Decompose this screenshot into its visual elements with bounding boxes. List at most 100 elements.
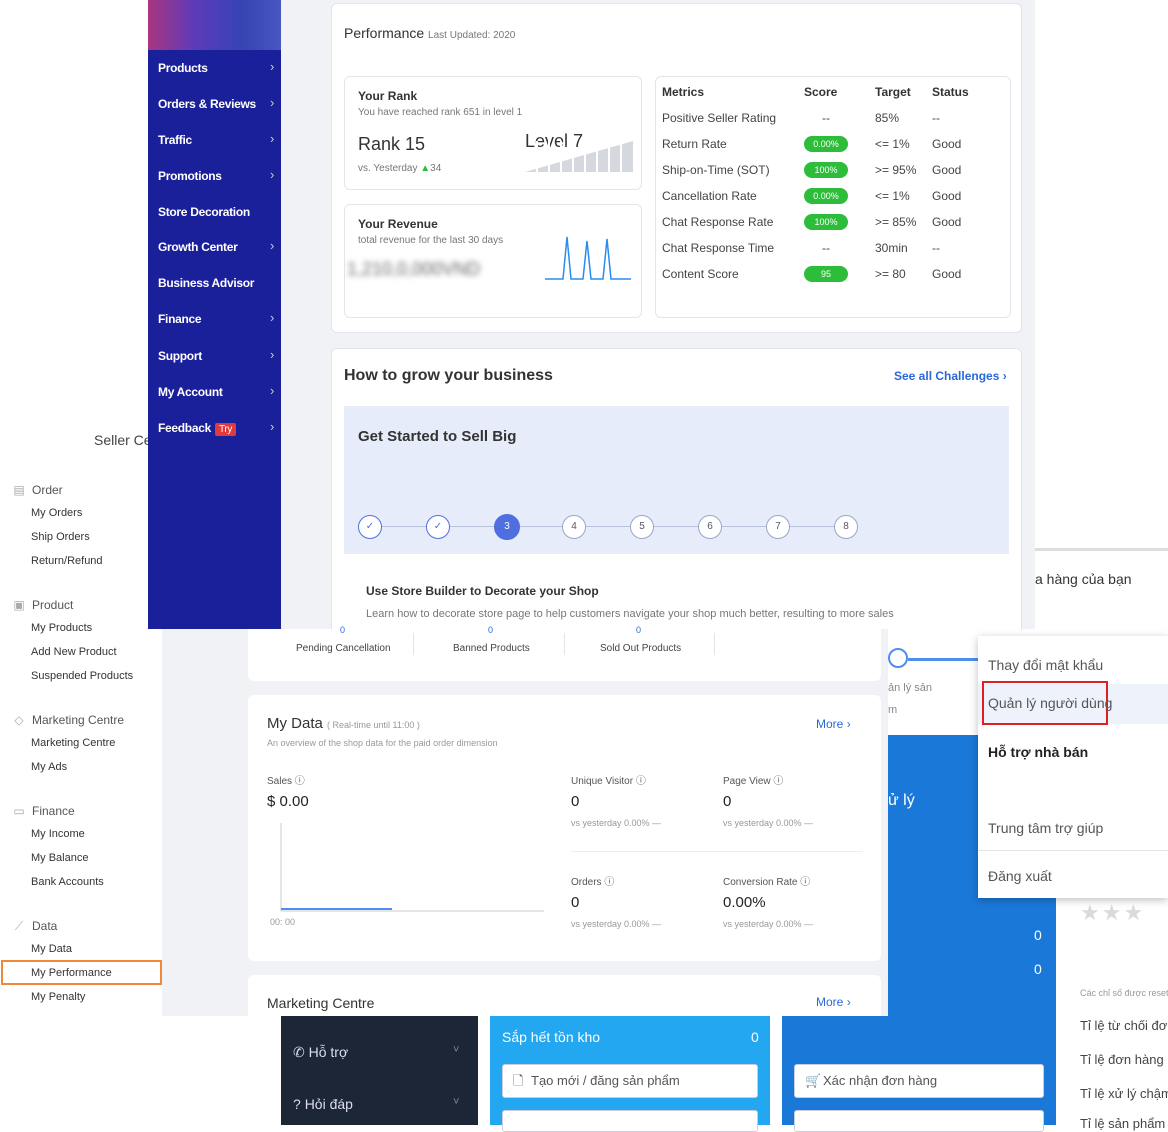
sidebar-item-my-performance[interactable]: My Performance — [31, 967, 112, 979]
vn-stock-panel: Sắp hết tồn kho 0 🗋 Tạo mới / đăng sản ph… — [490, 1016, 770, 1132]
rank-value: Rank 15 — [358, 134, 426, 154]
vn-faq-item[interactable]: ? Hỏi đáp — [293, 1096, 353, 1112]
vn-metric-row: Tỉ lệ xử lý chậm — [1080, 1086, 1168, 1101]
sidebar-item-return-refund[interactable]: Return/Refund — [31, 555, 103, 567]
out-of-stock-count: 0 — [751, 1029, 759, 1045]
vn-metric-row: Tỉ lệ từ chối đơn h — [1080, 1018, 1168, 1033]
metric-score: -- — [822, 241, 830, 255]
my-data-title: My Data ( Real-time until 11:00 ) — [267, 715, 420, 732]
sidebar-item-suspended-products[interactable]: Suspended Products — [31, 670, 133, 682]
chevron-right-icon: › — [269, 131, 274, 146]
step-2[interactable]: ✓ — [426, 515, 450, 539]
see-all-challenges-link[interactable]: See all Challenges › — [894, 369, 1007, 383]
sidebar-item-my-penalty[interactable]: My Penalty — [31, 991, 85, 1003]
conversion-rate-sub: vs yesterday 0.00% — — [723, 919, 814, 929]
nav-item-orders-reviews[interactable]: Orders & Reviews › — [158, 95, 278, 111]
nav-item-growth-center[interactable]: Growth Center › — [158, 238, 278, 254]
change-password-item[interactable]: Thay đổi mật khẩu — [988, 657, 1103, 673]
orders-label: Orders ⓘ — [571, 877, 615, 888]
sales-chart — [280, 823, 544, 912]
tag-icon: ◇ — [14, 713, 24, 727]
info-icon: ⓘ — [604, 877, 615, 888]
step-3[interactable]: 3 — [494, 514, 520, 540]
grow-business-card: How to grow your business See all Challe… — [331, 348, 1022, 650]
banned-products-count: 0 — [488, 625, 494, 635]
metric-row: Return Rate 0.00% <= 1% Good — [662, 136, 1012, 163]
nav-item-store-decoration[interactable]: Store Decoration — [158, 205, 278, 219]
sidebar-item-my-ads[interactable]: My Ads — [31, 761, 67, 773]
info-icon: ⓘ — [773, 776, 784, 787]
my-data-area: 0 Pending Cancellation 0 Banned Products… — [162, 625, 888, 1016]
rank-sub: You have reached rank 651 in level 1 — [358, 107, 523, 118]
step-1[interactable]: ✓ — [358, 515, 382, 539]
step-6[interactable]: 6 — [698, 515, 722, 539]
sold-out-products-label[interactable]: Sold Out Products — [600, 643, 681, 654]
marketing-more-link[interactable]: More › — [816, 995, 851, 1009]
sidebar-item-my-income[interactable]: My Income — [31, 828, 85, 840]
vn-partial-text-1: ản lý sản — [888, 682, 933, 694]
vn-partial-text-3: ử lý — [888, 792, 915, 809]
sidebar-item-my-products[interactable]: My Products — [31, 622, 92, 634]
metric-target: 85% — [875, 111, 900, 125]
orders-sub: vs yesterday 0.00% — — [571, 919, 662, 929]
nav-item-promotions[interactable]: Promotions › — [158, 167, 278, 183]
counters-card: 0 Pending Cancellation 0 Banned Products… — [248, 625, 881, 681]
metric-row: Cancellation Rate 0.00% <= 1% Good — [662, 188, 1012, 215]
metric-status: Good — [932, 137, 962, 151]
divider — [714, 633, 715, 655]
manage-users-item[interactable]: Quản lý người dùng — [988, 695, 1112, 711]
step-5[interactable]: 5 — [630, 515, 654, 539]
step-4[interactable]: 4 — [562, 515, 586, 539]
sidebar-section-data: ⟋ Data — [12, 919, 58, 934]
chevron-right-icon: › — [269, 59, 274, 74]
metric-name: Return Rate — [662, 137, 727, 151]
sidebar-item-bank-accounts[interactable]: Bank Accounts — [31, 876, 104, 888]
rank-heading: Your Rank — [358, 89, 418, 103]
logout-item[interactable]: Đăng xuất — [988, 868, 1052, 884]
step-8[interactable]: 8 — [834, 515, 858, 539]
sidebar-item-add-new-product[interactable]: Add New Product — [31, 646, 117, 658]
create-product-button[interactable]: 🗋 Tạo mới / đăng sản phẩm — [502, 1064, 758, 1098]
sidebar-section-order: ▤ Order — [13, 483, 63, 497]
divider — [413, 633, 414, 655]
chevron-right-icon: › — [269, 383, 274, 398]
chart-x-label: 00: 00 — [270, 917, 296, 927]
banner-title: Get Started to Sell Big — [358, 428, 517, 445]
help-center-item[interactable]: Trung tâm trợ giúp — [988, 820, 1103, 836]
info-icon: ⓘ — [635, 776, 646, 787]
vn-support-item[interactable]: ✆ Hỗ trợ — [293, 1044, 348, 1061]
sidebar-item-marketing-centre[interactable]: Marketing Centre — [31, 737, 115, 749]
metric-row: Ship-on-Time (SOT) 100% >= 95% Good — [662, 162, 1012, 189]
get-started-banner: Get Started to Sell Big ✓ ✓ 3 4 5 6 7 8 — [344, 406, 1009, 554]
revenue-value-blurred: 1,210,0,000VND — [347, 259, 481, 279]
question-icon: ? — [293, 1096, 301, 1112]
banned-products-label[interactable]: Banned Products — [453, 643, 530, 654]
secondary-order-button[interactable] — [794, 1110, 1044, 1132]
sidebar-item-ship-orders[interactable]: Ship Orders — [31, 531, 90, 543]
chevron-right-icon: › — [269, 95, 274, 110]
nav-item-traffic[interactable]: Traffic › — [158, 131, 278, 147]
secondary-action-button[interactable] — [502, 1110, 758, 1132]
sidebar-section-marketing: ◇ Marketing Centre — [12, 713, 124, 727]
nav-item-my-account[interactable]: My Account › — [158, 383, 278, 399]
my-data-more-link[interactable]: More › — [816, 717, 851, 731]
nav-item-feedback[interactable]: Feedback Try › — [158, 419, 278, 436]
nav-item-products[interactable]: Products › — [158, 59, 278, 75]
nav-item-business-advisor[interactable]: Business Advisor — [158, 276, 278, 290]
sidebar-item-my-balance[interactable]: My Balance — [31, 852, 88, 864]
metric-row: Chat Response Time -- 30min -- — [662, 241, 1012, 267]
vn-metric-row: Tỉ lệ đơn hàng hủy — [1080, 1052, 1168, 1067]
sidebar-item-my-data[interactable]: My Data — [31, 943, 72, 955]
sales-value: $ 0.00 — [267, 793, 309, 810]
sidebar-item-my-orders[interactable]: My Orders — [31, 507, 82, 519]
cart-icon: 🛒 — [805, 1073, 822, 1088]
confirm-order-button[interactable]: 🛒 Xác nhận đơn hàng — [794, 1064, 1044, 1098]
page-view-label: Page View ⓘ — [723, 776, 784, 787]
step-7[interactable]: 7 — [766, 515, 790, 539]
pending-cancellation-label[interactable]: Pending Cancellation — [296, 643, 391, 654]
metric-status: Good — [932, 163, 962, 177]
vn-blue-count-2: 0 — [1034, 961, 1042, 977]
nav-item-support[interactable]: Support › — [158, 347, 278, 363]
task-title: Use Store Builder to Decorate your Shop — [366, 584, 599, 598]
nav-item-finance[interactable]: Finance › — [158, 310, 278, 326]
